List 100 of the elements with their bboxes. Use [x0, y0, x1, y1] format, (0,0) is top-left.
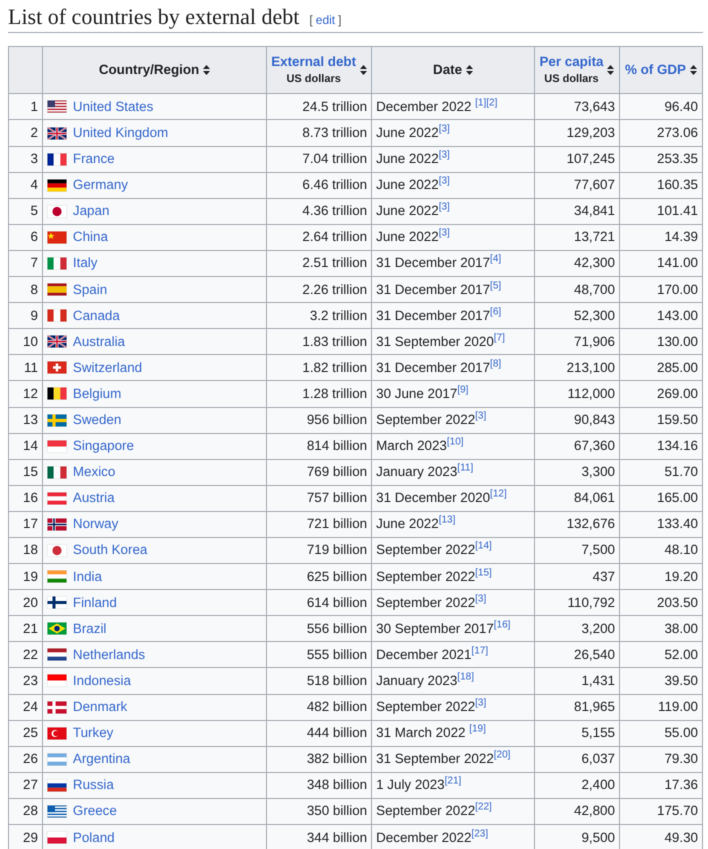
citation-link[interactable]: [3] — [438, 150, 450, 161]
table-cell: 518 billion — [266, 668, 372, 694]
citation-link[interactable]: [23] — [471, 828, 488, 840]
country-link[interactable]: Russia — [72, 777, 114, 794]
sort-icon[interactable] — [607, 65, 614, 76]
date-text: December 2022 — [376, 98, 472, 114]
country-link[interactable]: Indonesia — [72, 672, 131, 690]
country-link[interactable]: Sweden — [72, 412, 122, 428]
citation-link[interactable]: [3] — [475, 593, 486, 604]
citation-link[interactable]: [22] — [475, 802, 492, 813]
table-cell: 73,643 — [534, 94, 620, 120]
citation-link[interactable]: [18] — [457, 671, 474, 682]
country-link[interactable]: Japan — [72, 203, 110, 220]
rank-cell: 28 — [8, 798, 42, 825]
country-link[interactable]: Italy — [72, 255, 98, 272]
table-cell: 614 billion — [266, 590, 372, 616]
rank-cell: 10 — [8, 328, 42, 355]
citation-link[interactable]: [2] — [486, 97, 498, 108]
citation-link[interactable]: [13] — [438, 514, 456, 526]
table-cell: 132,676 — [534, 511, 620, 538]
date-text: 31 September 2022 — [376, 751, 494, 766]
citation-link[interactable]: [19] — [469, 724, 486, 735]
citation-link[interactable]: [3] — [475, 698, 486, 709]
country-link[interactable]: Brazil — [72, 620, 106, 637]
table-cell: 13,721 — [534, 224, 620, 250]
country-link[interactable]: China — [72, 229, 108, 246]
column-header[interactable]: External debt — [271, 54, 356, 70]
country-link[interactable]: Belgium — [72, 386, 122, 402]
rank-cell: 18 — [8, 537, 42, 564]
country-link[interactable]: Austria — [72, 490, 115, 506]
table-cell: 51.70 — [619, 459, 702, 486]
citation-link[interactable]: [20] — [494, 750, 510, 761]
citation-link[interactable]: [16] — [494, 619, 510, 630]
country-link[interactable]: Australia — [72, 334, 126, 350]
country-link[interactable]: India — [72, 568, 102, 585]
citation-link[interactable]: [7] — [494, 332, 505, 344]
column-header[interactable]: Per capita — [539, 54, 604, 70]
date-text: 31 September 2020 — [376, 334, 494, 349]
country-link[interactable]: Greece — [72, 803, 117, 820]
table-cell: 129,203 — [534, 120, 620, 146]
date-text: September 2022 — [376, 803, 476, 818]
citation-link[interactable]: [21] — [444, 776, 462, 787]
citation-link[interactable]: [15] — [475, 567, 492, 578]
table-cell: 1.82 trillion — [266, 354, 372, 381]
citation-link[interactable]: [12] — [490, 488, 507, 500]
citation-link[interactable]: [3] — [475, 410, 486, 422]
date-text: 31 December 2017 — [376, 360, 490, 375]
date-text: January 2023 — [376, 464, 458, 480]
country-link[interactable]: Canada — [72, 308, 120, 324]
edit-link[interactable]: edit — [312, 13, 338, 27]
country-link[interactable]: Singapore — [72, 438, 134, 454]
sort-icon[interactable] — [466, 65, 474, 76]
country-link[interactable]: Norway — [72, 516, 118, 532]
country-link[interactable]: Germany — [72, 177, 128, 194]
table-cell: 90,843 — [534, 407, 620, 434]
citation-link[interactable]: [1] — [475, 97, 486, 108]
table-cell: 1.28 trillion — [266, 380, 372, 408]
date-text: 30 September 2017 — [376, 620, 494, 636]
citation-link[interactable]: [8] — [490, 358, 502, 370]
country-link[interactable]: France — [72, 151, 115, 168]
rank-cell: 6 — [8, 224, 42, 250]
table-cell: 141.00 — [619, 250, 702, 277]
rank-cell: 12 — [8, 380, 42, 408]
citation-link[interactable]: [17] — [471, 645, 488, 656]
country-link[interactable]: Switzerland — [72, 360, 142, 376]
citation-link[interactable]: [10] — [446, 436, 464, 448]
table-cell: 721 billion — [266, 511, 372, 538]
rank-cell: 16 — [8, 485, 42, 512]
table-cell: 77,607 — [534, 172, 620, 198]
citation-link[interactable]: [3] — [438, 202, 450, 213]
country-link[interactable]: Turkey — [72, 725, 114, 742]
citation-link[interactable]: [11] — [457, 462, 474, 474]
citation-link[interactable]: [6] — [490, 306, 502, 318]
citation-link[interactable]: [3] — [438, 124, 450, 135]
citation-link[interactable]: [4] — [490, 254, 502, 265]
country-link[interactable]: Spain — [72, 282, 108, 298]
country-link[interactable]: Argentina — [72, 751, 130, 768]
date-text: 31 March 2022 — [376, 725, 466, 740]
citation-link[interactable]: [3] — [438, 228, 450, 239]
citation-link[interactable]: [3] — [438, 176, 450, 187]
table-cell: 24.5 trillion — [266, 94, 372, 120]
table-cell: 203.50 — [619, 590, 702, 616]
table-cell: 130.00 — [619, 328, 702, 355]
country-link[interactable]: Poland — [72, 830, 115, 846]
table-cell: 107,245 — [534, 146, 620, 172]
citation-link[interactable]: [5] — [490, 280, 502, 292]
citation-link[interactable]: [9] — [457, 384, 468, 396]
rank-cell: 2 — [8, 120, 42, 146]
unit-label: US dollars — [544, 73, 599, 87]
table-cell: 159.50 — [619, 407, 702, 434]
country-link[interactable]: Mexico — [72, 464, 116, 480]
table-cell: 52.00 — [619, 642, 702, 668]
date-text: 30 June 2017 — [376, 386, 458, 401]
citation-link[interactable]: [14] — [475, 541, 492, 552]
column-header: Date — [433, 62, 462, 78]
country-link[interactable]: Denmark — [72, 699, 128, 716]
country-link[interactable]: Finland — [72, 594, 117, 611]
sort-icon[interactable] — [360, 65, 368, 76]
sort-icon[interactable] — [203, 65, 210, 76]
sort-icon[interactable] — [690, 65, 697, 76]
